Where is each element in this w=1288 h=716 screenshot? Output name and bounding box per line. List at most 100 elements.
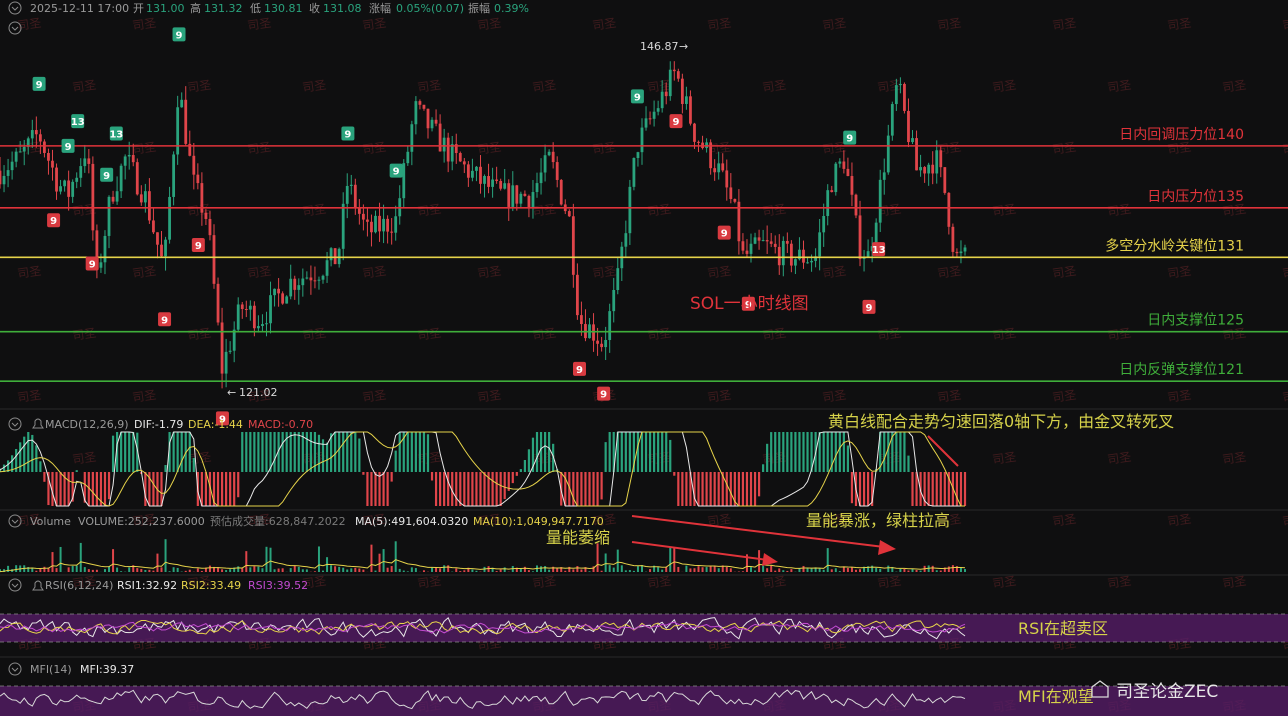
candle-body [838, 161, 842, 164]
watermark-text: 司圣 [1281, 512, 1288, 529]
candle-body [164, 239, 167, 257]
td-marker: 9 [47, 213, 61, 228]
candle-body [281, 293, 285, 304]
td-marker-label: 9 [89, 260, 96, 271]
candle-body [596, 340, 599, 344]
candle-body [923, 167, 927, 174]
candle-body [660, 91, 664, 109]
candle-body [471, 170, 474, 178]
candle-body [261, 324, 264, 327]
candle-body [689, 96, 692, 124]
open-value: 131.00 [146, 2, 185, 15]
candle-body [507, 183, 511, 207]
td-marker: 13 [71, 114, 85, 129]
candle-body [301, 278, 305, 286]
candle-body [111, 196, 115, 202]
candle-body [273, 288, 276, 296]
candle-body [721, 163, 725, 171]
candle-body [386, 218, 390, 232]
candle-body [656, 108, 660, 112]
candle-body [458, 153, 462, 162]
candle-body [519, 193, 523, 204]
candle-body [725, 170, 729, 188]
amp-label: 振幅 [468, 1, 490, 15]
candle-body [676, 71, 680, 79]
candle-body [765, 240, 769, 242]
td-marker: 9 [630, 89, 644, 104]
candle-body [685, 96, 688, 104]
candle-body [931, 164, 935, 174]
candle-body [115, 191, 119, 202]
candle-body [59, 186, 62, 192]
candle-body [479, 166, 482, 184]
candle-body [523, 193, 527, 196]
macd-dif: DIF:-1.79 [134, 418, 183, 431]
price-level-label: 多空分水岭关键位131 [1105, 237, 1244, 254]
candle-body [252, 305, 256, 329]
candle-body [935, 150, 939, 174]
candle-body [785, 240, 789, 244]
td-marker-label: 9 [176, 30, 183, 41]
rsi-header: RSI(6,12,24) RSI1:32.92 RSI2:33.49 RSI3:… [8, 578, 308, 592]
mfi-annotation: MFI在观望 [1018, 687, 1094, 706]
candle-body [51, 160, 54, 168]
candle-body [769, 241, 773, 244]
candle-body [353, 184, 357, 208]
candle-body [959, 251, 963, 254]
candle-body [430, 119, 434, 129]
footer-brand-text: 司圣论金ZEC [1116, 682, 1218, 702]
candle-body [741, 241, 745, 251]
candle-body [277, 288, 280, 294]
td-marker-label: 9 [50, 216, 57, 227]
candle-body [422, 104, 426, 109]
td-marker: 9 [862, 299, 876, 314]
td-marker: 9 [717, 225, 731, 240]
candle-body [483, 176, 486, 184]
td-marker: 9 [597, 386, 611, 401]
candle-body [878, 179, 882, 223]
candle-body [63, 180, 67, 187]
candle-body [580, 315, 583, 325]
candle-body [289, 278, 293, 297]
mfi-value: MFI:39.37 [80, 663, 134, 676]
candle-body [850, 176, 854, 195]
td-marker-label: 9 [846, 134, 853, 145]
candle-body [729, 187, 733, 199]
volume-ma10: MA(10):1,049,947.7170 [473, 515, 604, 528]
candle-body [378, 215, 381, 232]
candle-body [846, 168, 850, 177]
candle-body [693, 123, 696, 142]
candle-body [361, 213, 365, 220]
td-marker: 9 [85, 256, 99, 271]
candle-body [244, 309, 248, 311]
candle-body [107, 196, 111, 236]
candle-body [947, 192, 951, 227]
candle-body [208, 218, 212, 236]
candle-body [135, 162, 139, 195]
candle-body [382, 218, 385, 232]
candle-body [22, 146, 26, 152]
candle-body [216, 283, 220, 323]
candle-body [781, 240, 785, 266]
candle-body [313, 280, 317, 282]
price-level-label: 日内压力位135 [1147, 189, 1244, 205]
candle-body [446, 137, 450, 162]
candle-body [898, 83, 902, 86]
candle-body [612, 290, 616, 312]
candle-body [733, 198, 737, 202]
candle-body [466, 164, 470, 178]
candle-body [559, 179, 563, 205]
candle-body [943, 167, 947, 193]
candle-body [822, 215, 826, 233]
candle-body [834, 163, 838, 193]
td-marker: 9 [573, 361, 586, 376]
header-datetime: 2025-12-11 17:00 [30, 2, 129, 15]
candle-body [18, 151, 22, 153]
candle-body [826, 190, 830, 216]
td-marker-label: 9 [36, 80, 43, 91]
candle-body [462, 161, 466, 165]
candle-body [927, 164, 931, 174]
candle-body [753, 237, 757, 244]
candle-body [535, 183, 539, 193]
candle-body [212, 235, 216, 284]
